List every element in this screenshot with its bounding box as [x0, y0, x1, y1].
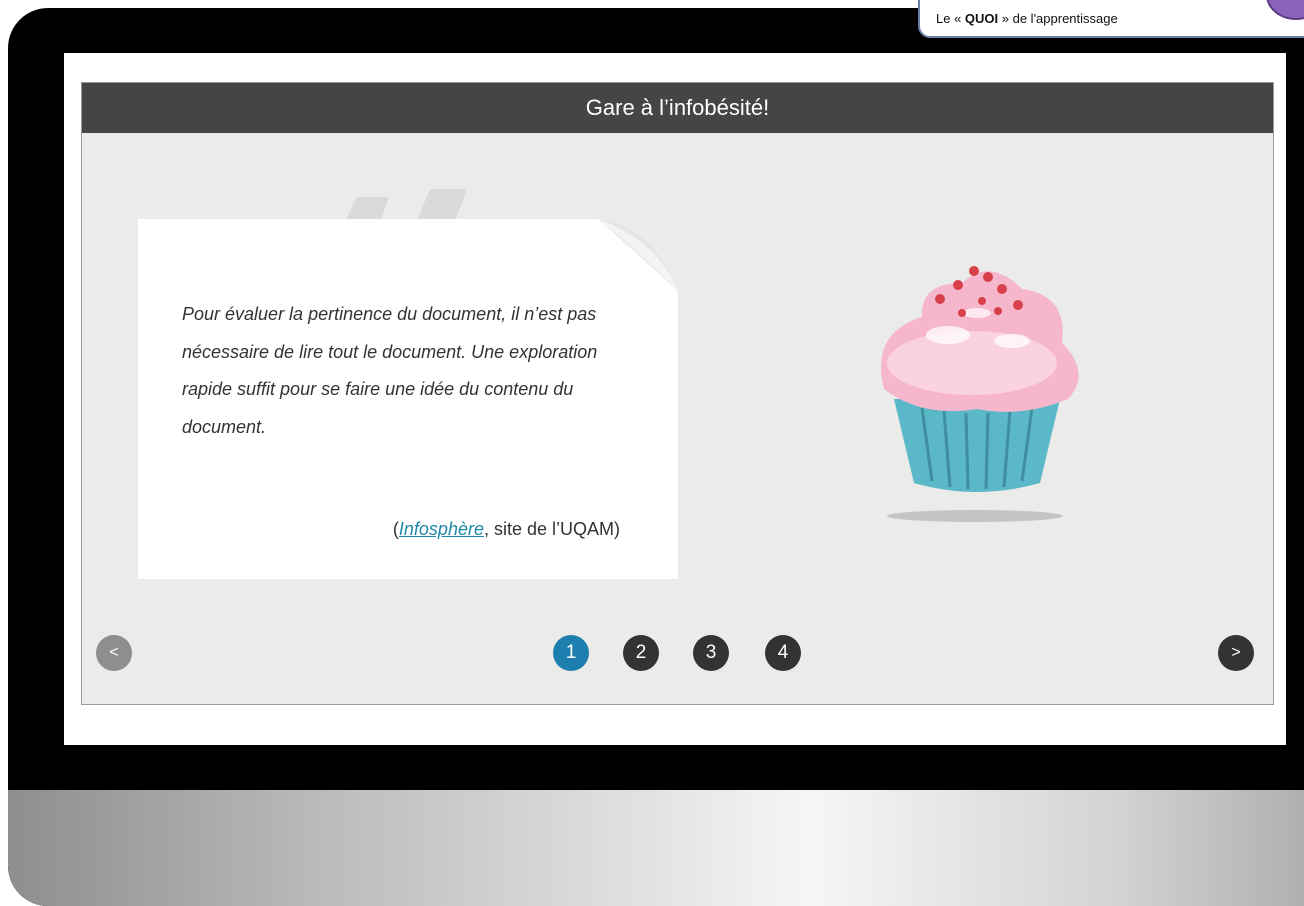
quote-text: Pour évaluer la pertinence du document, …: [182, 304, 598, 437]
page-dot-1[interactable]: 1: [553, 635, 589, 671]
screen: Gare à l’infobésité! Pour évaluer la per…: [64, 53, 1286, 745]
citation-rest: , site de l’UQAM): [483, 519, 620, 539]
cupcake-illustration: [881, 266, 1079, 522]
page-curl-icon: [598, 219, 678, 291]
page-dot-4[interactable]: 4: [765, 635, 801, 671]
monitor-stand: [8, 790, 1304, 906]
monitor-frame: Gare à l’infobésité! Pour évaluer la per…: [8, 8, 1304, 906]
slide-title: Gare à l’infobésité!: [82, 83, 1273, 133]
badge-bold: QUOI: [964, 11, 999, 26]
quote-citation: (Infosphère, site de l’UQAM): [342, 519, 620, 540]
badge-suffix: » de l'apprentissage: [998, 11, 1118, 26]
page-dot-2[interactable]: 2: [623, 635, 659, 671]
badge-prefix: Le «: [936, 11, 965, 26]
page-dot-3[interactable]: 3: [693, 635, 729, 671]
course-badge: Le « QUOI » de l'apprentissage: [918, 0, 1304, 38]
badge-text: Le « QUOI » de l'apprentissage: [936, 11, 1118, 26]
infosphere-link[interactable]: Infosphère: [399, 519, 484, 539]
prev-button[interactable]: <: [96, 635, 132, 671]
slider: Gare à l’infobésité! Pour évaluer la per…: [81, 82, 1274, 705]
next-button[interactable]: >: [1218, 635, 1254, 671]
